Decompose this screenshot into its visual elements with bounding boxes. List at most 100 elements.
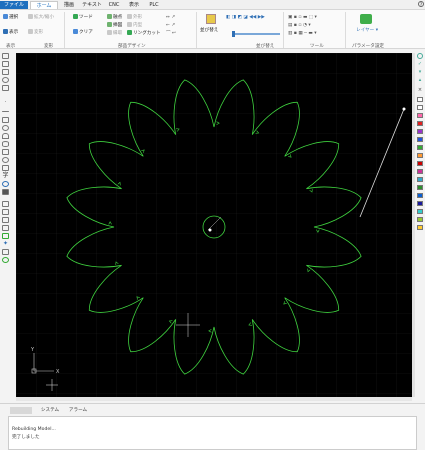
rectangle-icon[interactable]: [2, 149, 9, 155]
arrow-tool-3[interactable]: ⌒ ↩: [166, 30, 176, 37]
color-swatch[interactable]: [417, 209, 423, 214]
select-icon: [3, 14, 8, 19]
ribbon-separator: [64, 12, 65, 48]
array-icon[interactable]: [2, 201, 9, 207]
tab-log[interactable]: [10, 407, 32, 414]
sort-icon: [206, 14, 216, 24]
fill-icon[interactable]: [2, 181, 9, 187]
tab-cnc[interactable]: CNC: [106, 1, 122, 9]
menu-bar: ファイル ホーム 描画 テキスト CNC 表示 PLC ?: [0, 0, 425, 9]
tab-home[interactable]: ホーム: [30, 1, 58, 9]
align-icon[interactable]: [2, 225, 9, 231]
color-swatch[interactable]: [417, 97, 423, 102]
tab-file[interactable]: ファイル: [0, 1, 28, 9]
polygon-icon[interactable]: [2, 157, 9, 163]
cut-order-icon[interactable]: [2, 249, 9, 255]
group-label-sort: 並び替え: [256, 44, 275, 49]
color-swatch[interactable]: [417, 121, 423, 126]
left-toolbar: · 字 ✦: [0, 51, 11, 396]
color-swatch[interactable]: [417, 193, 423, 198]
color-swatch[interactable]: [417, 217, 423, 222]
layer-close-icon[interactable]: ×: [417, 87, 423, 93]
color-swatch[interactable]: [417, 161, 423, 166]
color-swatch[interactable]: [417, 153, 423, 158]
line-icon[interactable]: [2, 111, 9, 112]
tool-icon: [73, 14, 78, 19]
select-button[interactable]: 選択: [3, 14, 18, 21]
lead-icon[interactable]: ✦: [2, 241, 9, 247]
arrow-tool-1[interactable]: ↔ ↗: [166, 14, 175, 21]
ring-cut-button[interactable]: リングカット: [127, 30, 161, 37]
param-button[interactable]: レイヤー ▾: [356, 27, 378, 34]
color-swatch[interactable]: [417, 137, 423, 142]
group-label-param: パラメータ設定: [352, 44, 385, 49]
canvas-graphics: Y X: [16, 53, 412, 397]
color-swatch[interactable]: [417, 177, 423, 182]
color-swatch[interactable]: [417, 113, 423, 118]
zoom-icon: [28, 14, 33, 19]
text-icon[interactable]: 字: [2, 173, 9, 179]
color-swatch[interactable]: [417, 169, 423, 174]
display-button[interactable]: 表示: [3, 29, 18, 36]
horizontal-scrollbar[interactable]: [16, 397, 412, 401]
point-icon: [107, 14, 112, 19]
image-icon[interactable]: [2, 189, 9, 195]
group-label-edit: 変形: [44, 44, 54, 49]
color-swatch[interactable]: [417, 129, 423, 134]
pointer-icon[interactable]: [2, 53, 9, 59]
tab-draw[interactable]: 描画: [60, 1, 78, 9]
tab-text[interactable]: テキスト: [82, 1, 102, 9]
help-icon[interactable]: ?: [418, 1, 424, 7]
polyline-icon[interactable]: [2, 117, 9, 123]
ellipse-icon[interactable]: [2, 141, 9, 147]
insert-button[interactable]: 挿図: [107, 22, 122, 29]
zoom-icon[interactable]: [2, 77, 9, 83]
clear-button[interactable]: クリア: [73, 29, 93, 36]
arc-icon[interactable]: [2, 133, 9, 139]
start-point-icon[interactable]: [2, 233, 9, 239]
layer-up-icon[interactable]: ▴: [417, 77, 423, 83]
star-icon[interactable]: [2, 165, 9, 171]
sort-direction-buttons[interactable]: ◧ ◨ ◩ ◪ ◀◀ ▶▶: [226, 14, 265, 21]
tab-alarm[interactable]: アラーム: [64, 407, 92, 414]
measure-icon[interactable]: [2, 85, 9, 91]
tool-button[interactable]: ツード: [73, 14, 93, 21]
rotate-icon[interactable]: [2, 217, 9, 223]
outline-button[interactable]: 外形: [127, 14, 142, 21]
color-swatch[interactable]: [417, 225, 423, 230]
color-swatch[interactable]: [417, 201, 423, 206]
display-icon: [3, 29, 8, 34]
arrow-tool-2[interactable]: ← ↗: [166, 22, 175, 29]
ribbon-separator: [345, 12, 346, 48]
bridge-icon[interactable]: [2, 257, 9, 263]
mirror-icon[interactable]: [2, 209, 9, 215]
zoom-button[interactable]: 拡大/縮小: [28, 14, 54, 21]
inner-button[interactable]: 内型: [127, 22, 142, 29]
color-swatch[interactable]: [417, 185, 423, 190]
tool-grid-row-2[interactable]: ▤ ▪ ▫ ◔ ▾: [288, 22, 311, 29]
circle-icon[interactable]: [2, 125, 9, 131]
color-swatch[interactable]: [417, 145, 423, 150]
ring-cut-icon: [127, 30, 132, 35]
layer-check-icon[interactable]: ✓: [417, 61, 423, 67]
tool-grid-row-3[interactable]: ▥ ▪ ▦ ─ ▬ ▾: [288, 30, 317, 37]
node-edit-icon[interactable]: [2, 61, 9, 67]
edge-button[interactable]: 縁取: [107, 30, 122, 37]
tab-system[interactable]: システム: [36, 407, 64, 414]
color-swatch[interactable]: [417, 105, 423, 110]
tab-view[interactable]: 表示: [126, 1, 142, 9]
pan-icon[interactable]: [2, 69, 9, 75]
tab-plc[interactable]: PLC: [146, 1, 162, 9]
drawing-canvas[interactable]: Y X: [16, 53, 412, 397]
sort-slider-knob[interactable]: [232, 31, 235, 37]
transform-button[interactable]: 変形: [28, 29, 43, 36]
group-label-tools: ツール: [310, 44, 324, 49]
tool-grid-row-1[interactable]: ▣ ▪ ▫ ▬ ⬚ ▾: [288, 14, 317, 21]
sort-slider[interactable]: [232, 33, 280, 35]
sort-button[interactable]: 並び替え: [200, 27, 218, 34]
layer-down-icon[interactable]: ▾: [417, 69, 423, 75]
point-icon[interactable]: ·: [2, 99, 9, 105]
clear-icon: [73, 29, 78, 34]
layer-toggle-icon[interactable]: [417, 53, 423, 59]
point-button[interactable]: 融点: [107, 14, 122, 21]
